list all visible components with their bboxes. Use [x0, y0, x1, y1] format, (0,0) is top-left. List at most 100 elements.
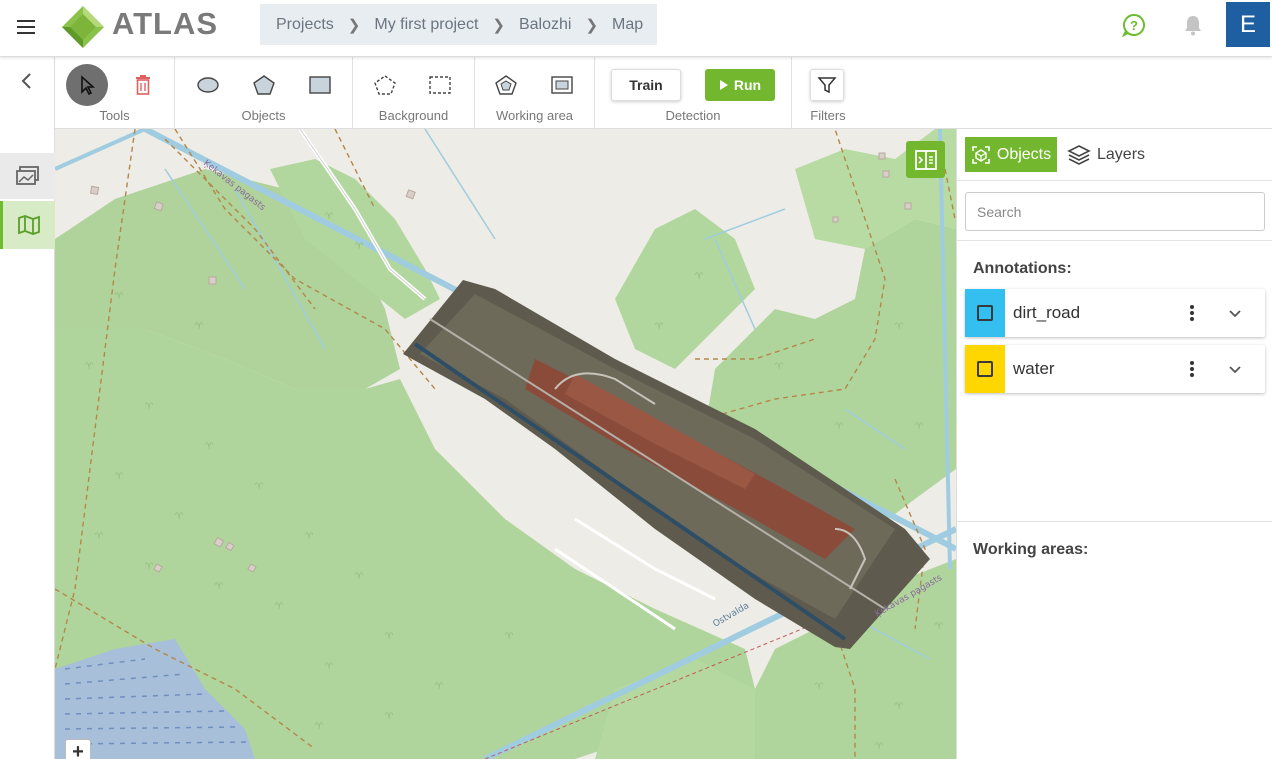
- svg-text:♈: ♈: [695, 272, 704, 282]
- annotation-label: water: [1013, 359, 1055, 378]
- detection-label: Detection: [665, 108, 721, 123]
- train-button[interactable]: Train: [611, 69, 681, 101]
- chevron-right-icon: ❯: [492, 16, 505, 34]
- svg-text:♈: ♈: [815, 682, 824, 692]
- map-view-button[interactable]: [0, 201, 55, 249]
- pointer-icon[interactable]: [66, 64, 108, 106]
- images-view-button[interactable]: [0, 153, 55, 199]
- svg-text:♈: ♈: [915, 422, 924, 432]
- chevron-right-icon: ❯: [585, 16, 599, 34]
- divider: [957, 240, 1272, 241]
- annotation-color-swatch: [965, 345, 1005, 393]
- svg-text:♈: ♈: [255, 482, 264, 492]
- svg-text:♈: ♈: [655, 322, 664, 332]
- working-area-polygon-icon[interactable]: [487, 66, 525, 104]
- more-vertical-icon[interactable]: [1187, 303, 1197, 323]
- annotation-checkbox[interactable]: [977, 361, 993, 377]
- bell-icon[interactable]: [1181, 13, 1205, 37]
- svg-text:♈: ♈: [775, 362, 784, 372]
- working-area-group: Working area: [475, 57, 595, 129]
- svg-text:♈: ♈: [205, 442, 214, 452]
- svg-text:♈: ♈: [175, 512, 184, 522]
- svg-text:♈: ♈: [145, 402, 154, 412]
- breadcrumb-project[interactable]: My first project: [374, 16, 478, 34]
- chevron-down-icon[interactable]: [1227, 305, 1243, 321]
- objects-panel: Objects Layers Annotations: dirt_road wa…: [956, 129, 1272, 759]
- left-rail: [0, 57, 55, 759]
- tab-layers[interactable]: Layers: [1067, 137, 1159, 172]
- annotation-item-water[interactable]: water: [965, 345, 1265, 393]
- svg-text:♈: ♈: [325, 212, 334, 222]
- panel-tabs: Objects Layers: [957, 129, 1272, 181]
- split-view-icon: [914, 149, 937, 170]
- tools-label: Tools: [99, 108, 130, 123]
- svg-text:♈: ♈: [115, 292, 124, 302]
- svg-text:♈: ♈: [355, 572, 364, 582]
- search-input[interactable]: [965, 192, 1265, 231]
- run-label: Run: [733, 77, 762, 93]
- chevron-down-icon[interactable]: [1227, 361, 1243, 377]
- atlas-logo[interactable]: ATLAS: [60, 4, 245, 50]
- background-label: Background: [378, 108, 449, 123]
- compare-view-button[interactable]: [906, 141, 945, 178]
- rectangle-icon[interactable]: [301, 66, 339, 104]
- svg-text:♈: ♈: [835, 422, 844, 432]
- working-area-rectangle-icon[interactable]: [543, 66, 581, 104]
- map-canvas[interactable]: ♈ ♈ ♈ ♈ ♈ ♈ ♈ ♈ ♈ ♈ ♈ ♈ ♈ ♈ ♈ ♈ ♈ ♈ ♈ ♈ ♈ ♈ ♈ ♈ ♈ ♈ ♈ ♈ ♈ ♈ ♈ ♈ …: [55, 129, 956, 759]
- dashed-polygon-icon[interactable]: [366, 66, 404, 104]
- svg-text:♈: ♈: [115, 472, 124, 482]
- trash-icon[interactable]: [124, 66, 162, 104]
- working-areas-title: Working areas:: [973, 541, 1089, 558]
- annotations-title: Annotations:: [973, 260, 1072, 277]
- background-group: Background: [353, 57, 475, 129]
- menu-icon[interactable]: [12, 14, 42, 40]
- svg-text:♈: ♈: [85, 362, 94, 372]
- objects-cube-icon: [972, 145, 990, 164]
- working-area-label: Working area: [495, 108, 574, 123]
- svg-text:♈: ♈: [385, 632, 394, 642]
- filter-icon[interactable]: [810, 69, 844, 101]
- breadcrumb: Projects ❯ My first project ❯ Balozhi ❯ …: [260, 4, 657, 45]
- svg-text:♈: ♈: [215, 582, 224, 592]
- breadcrumb-dataset[interactable]: Balozhi: [519, 16, 571, 34]
- svg-text:♈: ♈: [315, 722, 324, 732]
- images-icon: [15, 166, 39, 185]
- map-icon: [18, 215, 40, 235]
- ellipse-icon[interactable]: [189, 66, 227, 104]
- dashed-rectangle-icon[interactable]: [421, 66, 459, 104]
- annotation-checkbox[interactable]: [977, 305, 993, 321]
- avatar[interactable]: E: [1226, 2, 1270, 47]
- zoom-in-button[interactable]: +: [65, 739, 91, 759]
- annotation-item-dirt-road[interactable]: dirt_road: [965, 289, 1265, 337]
- basemap: ♈♈♈♈ ♈♈♈♈ ♈♈♈♈ ♈♈♈♈ ♈♈♈♈ ♈♈♈♈ ♈♈♈♈ ♈♈♈♈ …: [55, 129, 956, 759]
- chevron-right-icon: ❯: [347, 16, 361, 34]
- svg-text:♈: ♈: [325, 662, 334, 672]
- svg-text:♈: ♈: [195, 322, 204, 332]
- svg-text:♈: ♈: [145, 562, 154, 572]
- annotation-label: dirt_road: [1013, 303, 1081, 322]
- breadcrumb-map[interactable]: Map: [612, 16, 643, 34]
- breadcrumb-projects[interactable]: Projects: [276, 16, 334, 34]
- svg-text:♈: ♈: [95, 532, 104, 542]
- svg-text:♈: ♈: [305, 532, 314, 542]
- detection-group: Train Run Detection: [595, 57, 792, 129]
- filters-group: Filters: [792, 57, 864, 129]
- svg-text:?: ?: [1130, 18, 1138, 33]
- polygon-icon[interactable]: [245, 66, 283, 104]
- play-icon: [719, 80, 728, 90]
- run-button[interactable]: Run: [705, 69, 775, 101]
- annotation-color-swatch: [965, 289, 1005, 337]
- toolbar: Tools Objects Background Working area Tr…: [55, 57, 1272, 129]
- tab-layers-label: Layers: [1097, 145, 1146, 163]
- objects-group: Objects: [175, 57, 353, 129]
- svg-text:♈: ♈: [355, 242, 364, 252]
- help-icon[interactable]: ?: [1121, 13, 1146, 38]
- more-vertical-icon[interactable]: [1187, 359, 1197, 379]
- app-header: ATLAS Projects ❯ My first project ❯ Balo…: [0, 0, 1272, 57]
- divider: [957, 521, 1272, 522]
- logo-text: ATLAS: [112, 6, 219, 41]
- tab-objects[interactable]: Objects: [965, 137, 1057, 172]
- tools-group: Tools: [55, 57, 175, 129]
- chevron-left-icon[interactable]: [16, 69, 38, 93]
- filters-label: Filters: [810, 108, 846, 123]
